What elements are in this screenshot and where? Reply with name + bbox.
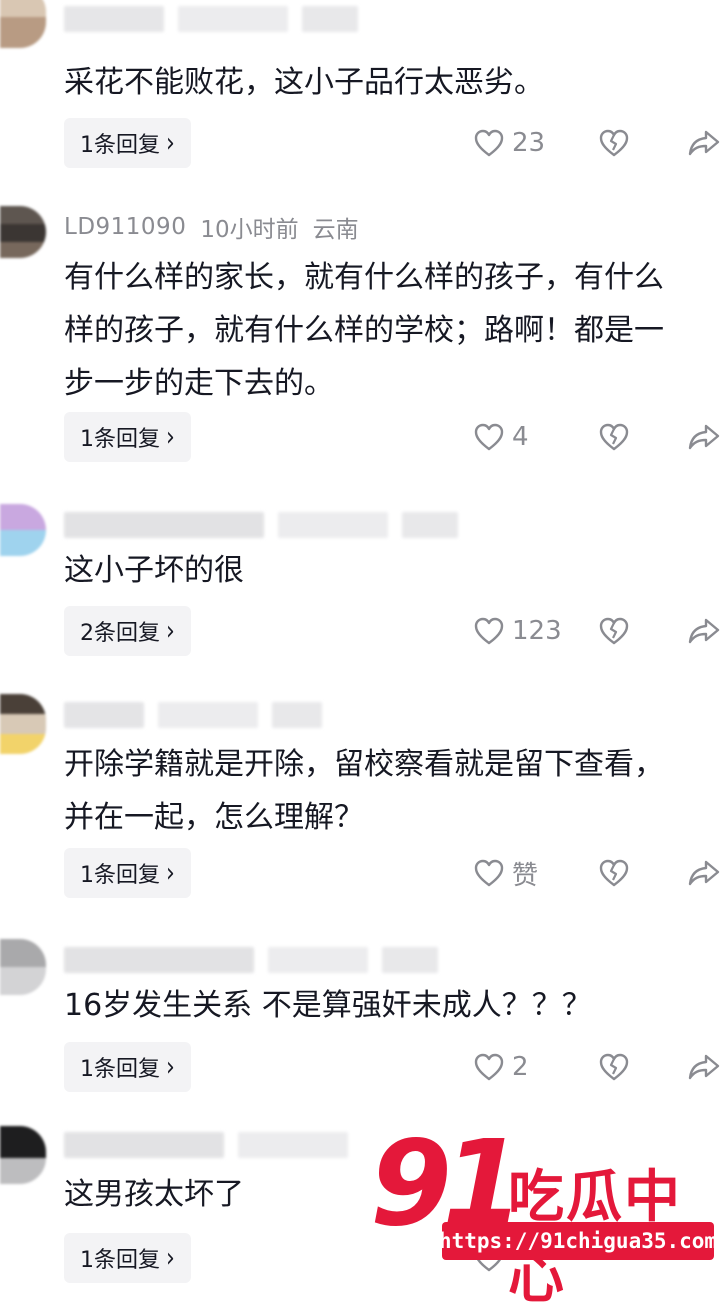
redacted-username: [64, 702, 144, 728]
share-arrow-icon[interactable]: [688, 1053, 720, 1081]
redacted-username: [64, 512, 264, 538]
redacted-meta: [302, 6, 358, 32]
redacted-meta: [238, 1132, 348, 1158]
comment-header: [64, 4, 358, 34]
redacted-meta: [382, 947, 438, 973]
comment-header: LD911090 10小时前 云南: [64, 212, 359, 243]
share-arrow-icon[interactable]: [688, 617, 720, 645]
avatar[interactable]: [0, 694, 46, 754]
comment-header: [64, 510, 458, 540]
watermark-url: https://91chigua35.com: [439, 1222, 717, 1260]
comment-text: 这小子坏的很: [64, 553, 244, 588]
redacted-meta: [158, 702, 258, 728]
comment-time: 10小时前: [200, 217, 299, 243]
redacted-username: [64, 6, 164, 32]
comment-text: 16岁发生关系 不是算强奸未成人？？？: [64, 988, 592, 1023]
avatar[interactable]: [0, 504, 46, 556]
like-count: 赞: [512, 860, 539, 891]
comment-text: 采花不能败花，这小子品行太恶劣。: [64, 65, 544, 100]
comment-header: [64, 1130, 348, 1160]
redacted-meta: [272, 702, 322, 728]
heart-outline-icon: [474, 859, 504, 887]
share-arrow-icon[interactable]: [688, 129, 720, 157]
comment-location: 云南: [312, 217, 359, 243]
like-button[interactable]: 4: [474, 412, 529, 462]
like-count: 2: [512, 1052, 529, 1082]
redacted-username: [64, 947, 254, 973]
redacted-username: [64, 1132, 224, 1158]
redacted-meta: [402, 512, 458, 538]
share-arrow-icon[interactable]: [688, 859, 720, 887]
redacted-meta: [268, 947, 368, 973]
broken-heart-icon[interactable]: [598, 858, 630, 888]
like-button[interactable]: 赞: [474, 848, 538, 898]
avatar[interactable]: [0, 0, 46, 48]
comment-actions: 123: [0, 606, 720, 656]
like-count: 23: [512, 128, 546, 158]
comment-text: 开除学籍就是开除，留校察看就是留下查看，并在一起，怎么理解？: [64, 747, 664, 835]
heart-outline-icon: [474, 1053, 504, 1081]
avatar[interactable]: [0, 1126, 46, 1184]
redacted-meta: [278, 512, 388, 538]
broken-heart-icon[interactable]: [598, 616, 630, 646]
heart-outline-icon: [474, 423, 504, 451]
share-arrow-icon[interactable]: [688, 423, 720, 451]
comment-header: [64, 945, 438, 975]
watermark: 91 吃瓜中心 https://91chigua35.com: [370, 1124, 720, 1311]
avatar[interactable]: [0, 939, 46, 995]
like-button[interactable]: 123: [474, 606, 562, 656]
broken-heart-icon[interactable]: [598, 422, 630, 452]
heart-outline-icon: [474, 129, 504, 157]
broken-heart-icon[interactable]: [598, 1052, 630, 1082]
like-count: 4: [512, 422, 529, 452]
comment-text: 有什么样的家长，就有什么样的孩子，有什么样的孩子，就有什么样的学校；路啊！都是一…: [64, 260, 664, 401]
comment-actions: 2: [0, 1042, 720, 1092]
comment-header: [64, 700, 322, 730]
avatar[interactable]: [0, 206, 46, 258]
comment-actions: 4: [0, 412, 720, 462]
like-button[interactable]: 2: [474, 1042, 529, 1092]
broken-heart-icon[interactable]: [598, 128, 630, 158]
comment-actions: 赞: [0, 848, 720, 898]
like-button[interactable]: 23: [474, 118, 545, 168]
redacted-meta: [178, 6, 288, 32]
like-count: 123: [512, 616, 562, 646]
comment-username[interactable]: LD911090: [64, 214, 186, 240]
comment-actions: 23: [0, 118, 720, 168]
heart-outline-icon: [474, 617, 504, 645]
